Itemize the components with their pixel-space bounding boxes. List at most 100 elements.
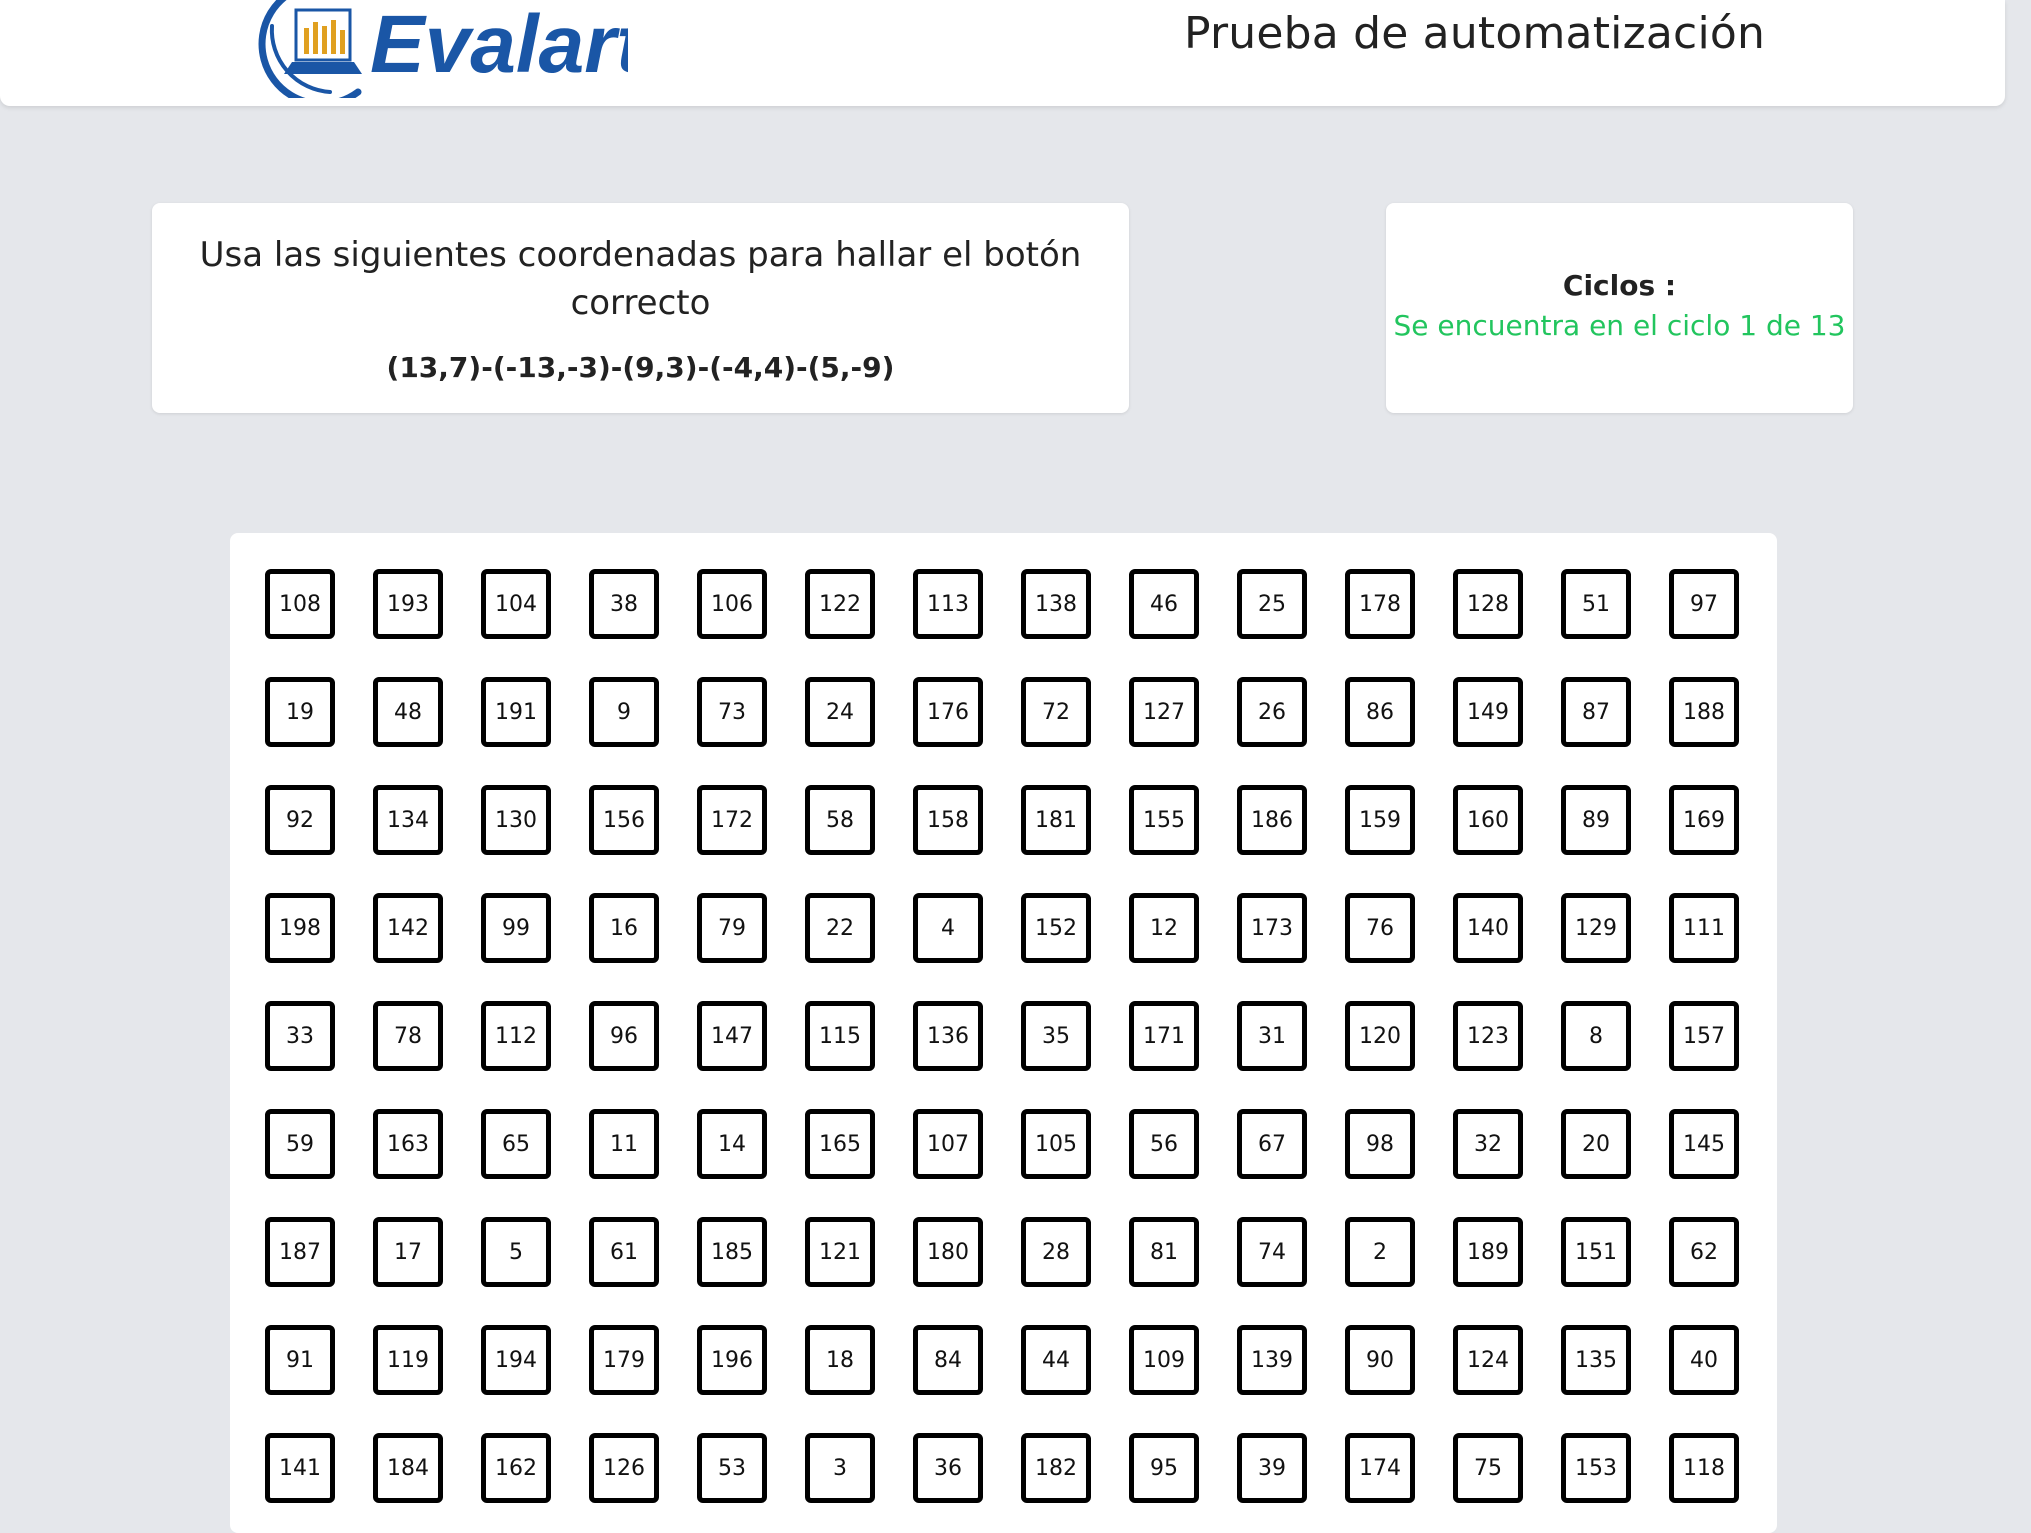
number-button[interactable]: 59 xyxy=(265,1109,335,1179)
number-button[interactable]: 163 xyxy=(373,1109,443,1179)
number-button[interactable]: 12 xyxy=(1129,893,1199,963)
number-button[interactable]: 123 xyxy=(1453,1001,1523,1071)
number-button[interactable]: 105 xyxy=(1021,1109,1091,1179)
number-button[interactable]: 140 xyxy=(1453,893,1523,963)
number-button[interactable]: 53 xyxy=(697,1433,767,1503)
number-button[interactable]: 149 xyxy=(1453,677,1523,747)
number-button[interactable]: 67 xyxy=(1237,1109,1307,1179)
number-button[interactable]: 20 xyxy=(1561,1109,1631,1179)
number-button[interactable]: 92 xyxy=(265,785,335,855)
number-button[interactable]: 9 xyxy=(589,677,659,747)
number-button[interactable]: 160 xyxy=(1453,785,1523,855)
number-button[interactable]: 51 xyxy=(1561,569,1631,639)
number-button[interactable]: 86 xyxy=(1345,677,1415,747)
number-button[interactable]: 2 xyxy=(1345,1217,1415,1287)
number-button[interactable]: 5 xyxy=(481,1217,551,1287)
number-button[interactable]: 58 xyxy=(805,785,875,855)
number-button[interactable]: 107 xyxy=(913,1109,983,1179)
number-button[interactable]: 17 xyxy=(373,1217,443,1287)
number-button[interactable]: 11 xyxy=(589,1109,659,1179)
number-button[interactable]: 72 xyxy=(1021,677,1091,747)
number-button[interactable]: 91 xyxy=(265,1325,335,1395)
number-button[interactable]: 61 xyxy=(589,1217,659,1287)
number-button[interactable]: 156 xyxy=(589,785,659,855)
number-button[interactable]: 136 xyxy=(913,1001,983,1071)
number-button[interactable]: 130 xyxy=(481,785,551,855)
number-button[interactable]: 31 xyxy=(1237,1001,1307,1071)
number-button[interactable]: 169 xyxy=(1669,785,1739,855)
number-button[interactable]: 141 xyxy=(265,1433,335,1503)
number-button[interactable]: 147 xyxy=(697,1001,767,1071)
number-button[interactable]: 16 xyxy=(589,893,659,963)
number-button[interactable]: 193 xyxy=(373,569,443,639)
number-button[interactable]: 32 xyxy=(1453,1109,1523,1179)
number-button[interactable]: 187 xyxy=(265,1217,335,1287)
number-button[interactable]: 14 xyxy=(697,1109,767,1179)
number-button[interactable]: 181 xyxy=(1021,785,1091,855)
number-button[interactable]: 40 xyxy=(1669,1325,1739,1395)
number-button[interactable]: 115 xyxy=(805,1001,875,1071)
number-button[interactable]: 90 xyxy=(1345,1325,1415,1395)
number-button[interactable]: 134 xyxy=(373,785,443,855)
number-button[interactable]: 104 xyxy=(481,569,551,639)
number-button[interactable]: 44 xyxy=(1021,1325,1091,1395)
number-button[interactable]: 138 xyxy=(1021,569,1091,639)
number-button[interactable]: 162 xyxy=(481,1433,551,1503)
number-button[interactable]: 151 xyxy=(1561,1217,1631,1287)
number-button[interactable]: 198 xyxy=(265,893,335,963)
number-button[interactable]: 35 xyxy=(1021,1001,1091,1071)
number-button[interactable]: 74 xyxy=(1237,1217,1307,1287)
number-button[interactable]: 179 xyxy=(589,1325,659,1395)
number-button[interactable]: 129 xyxy=(1561,893,1631,963)
number-button[interactable]: 36 xyxy=(913,1433,983,1503)
number-button[interactable]: 22 xyxy=(805,893,875,963)
number-button[interactable]: 113 xyxy=(913,569,983,639)
number-button[interactable]: 174 xyxy=(1345,1433,1415,1503)
evalart-logo[interactable]: Evalart xyxy=(258,0,628,98)
number-button[interactable]: 109 xyxy=(1129,1325,1199,1395)
number-button[interactable]: 111 xyxy=(1669,893,1739,963)
number-button[interactable]: 128 xyxy=(1453,569,1523,639)
number-button[interactable]: 152 xyxy=(1021,893,1091,963)
number-button[interactable]: 118 xyxy=(1669,1433,1739,1503)
number-button[interactable]: 186 xyxy=(1237,785,1307,855)
number-button[interactable]: 158 xyxy=(913,785,983,855)
number-button[interactable]: 76 xyxy=(1345,893,1415,963)
number-button[interactable]: 4 xyxy=(913,893,983,963)
number-button[interactable]: 176 xyxy=(913,677,983,747)
number-button[interactable]: 56 xyxy=(1129,1109,1199,1179)
number-button[interactable]: 108 xyxy=(265,569,335,639)
number-button[interactable]: 185 xyxy=(697,1217,767,1287)
number-button[interactable]: 95 xyxy=(1129,1433,1199,1503)
number-button[interactable]: 84 xyxy=(913,1325,983,1395)
number-button[interactable]: 121 xyxy=(805,1217,875,1287)
number-button[interactable]: 194 xyxy=(481,1325,551,1395)
number-button[interactable]: 145 xyxy=(1669,1109,1739,1179)
number-button[interactable]: 178 xyxy=(1345,569,1415,639)
number-button[interactable]: 180 xyxy=(913,1217,983,1287)
number-button[interactable]: 165 xyxy=(805,1109,875,1179)
number-button[interactable]: 87 xyxy=(1561,677,1631,747)
number-button[interactable]: 65 xyxy=(481,1109,551,1179)
number-button[interactable]: 120 xyxy=(1345,1001,1415,1071)
number-button[interactable]: 124 xyxy=(1453,1325,1523,1395)
number-button[interactable]: 188 xyxy=(1669,677,1739,747)
number-button[interactable]: 96 xyxy=(589,1001,659,1071)
number-button[interactable]: 127 xyxy=(1129,677,1199,747)
number-button[interactable]: 155 xyxy=(1129,785,1199,855)
number-button[interactable]: 172 xyxy=(697,785,767,855)
number-button[interactable]: 173 xyxy=(1237,893,1307,963)
number-button[interactable]: 122 xyxy=(805,569,875,639)
number-button[interactable]: 97 xyxy=(1669,569,1739,639)
number-button[interactable]: 191 xyxy=(481,677,551,747)
number-button[interactable]: 153 xyxy=(1561,1433,1631,1503)
number-button[interactable]: 112 xyxy=(481,1001,551,1071)
number-button[interactable]: 26 xyxy=(1237,677,1307,747)
number-button[interactable]: 196 xyxy=(697,1325,767,1395)
number-button[interactable]: 89 xyxy=(1561,785,1631,855)
number-button[interactable]: 189 xyxy=(1453,1217,1523,1287)
number-button[interactable]: 62 xyxy=(1669,1217,1739,1287)
number-button[interactable]: 33 xyxy=(265,1001,335,1071)
number-button[interactable]: 171 xyxy=(1129,1001,1199,1071)
number-button[interactable]: 24 xyxy=(805,677,875,747)
